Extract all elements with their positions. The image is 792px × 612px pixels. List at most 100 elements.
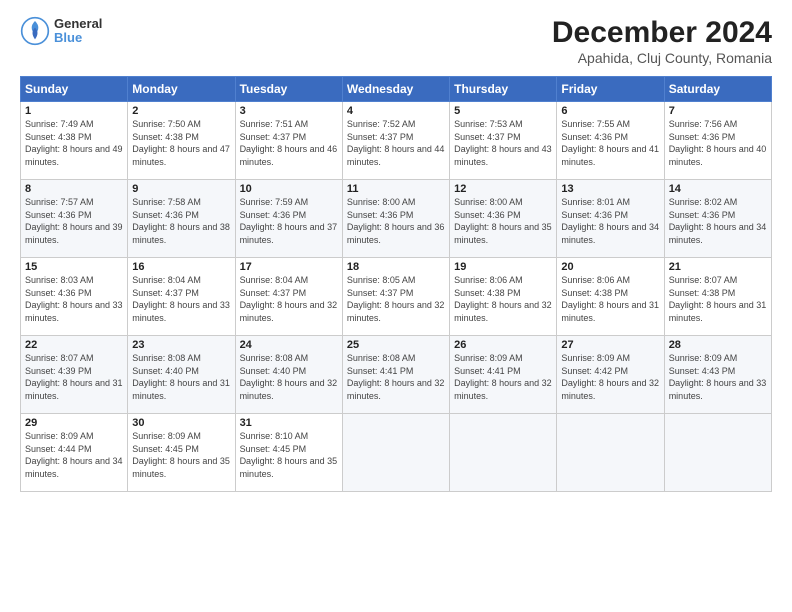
day-number: 26 xyxy=(454,339,552,351)
day-number: 12 xyxy=(454,183,552,195)
day-number: 5 xyxy=(454,105,552,117)
day-info: Sunrise: 7:53 AMSunset: 4:37 PMDaylight:… xyxy=(454,119,552,167)
day-info: Sunrise: 7:52 AMSunset: 4:37 PMDaylight:… xyxy=(347,119,445,167)
table-row: 2 Sunrise: 7:50 AMSunset: 4:38 PMDayligh… xyxy=(128,102,235,180)
day-info: Sunrise: 8:04 AMSunset: 4:37 PMDaylight:… xyxy=(240,275,338,323)
table-row: 20 Sunrise: 8:06 AMSunset: 4:38 PMDaylig… xyxy=(557,258,664,336)
day-info: Sunrise: 8:03 AMSunset: 4:36 PMDaylight:… xyxy=(25,275,123,323)
table-row: 8 Sunrise: 7:57 AMSunset: 4:36 PMDayligh… xyxy=(21,180,128,258)
calendar-week-row: 1 Sunrise: 7:49 AMSunset: 4:38 PMDayligh… xyxy=(21,102,772,180)
table-row: 26 Sunrise: 8:09 AMSunset: 4:41 PMDaylig… xyxy=(450,336,557,414)
table-row: 25 Sunrise: 8:08 AMSunset: 4:41 PMDaylig… xyxy=(342,336,449,414)
logo-icon xyxy=(20,16,50,46)
day-number: 3 xyxy=(240,105,338,117)
day-number: 25 xyxy=(347,339,445,351)
main-title: December 2024 xyxy=(552,16,772,50)
logo-text: General Blue xyxy=(54,17,102,46)
day-number: 4 xyxy=(347,105,445,117)
table-row: 30 Sunrise: 8:09 AMSunset: 4:45 PMDaylig… xyxy=(128,414,235,492)
day-info: Sunrise: 8:05 AMSunset: 4:37 PMDaylight:… xyxy=(347,275,445,323)
day-info: Sunrise: 7:56 AMSunset: 4:36 PMDaylight:… xyxy=(669,119,767,167)
day-info: Sunrise: 7:58 AMSunset: 4:36 PMDaylight:… xyxy=(132,197,230,245)
table-row xyxy=(342,414,449,492)
table-row: 24 Sunrise: 8:08 AMSunset: 4:40 PMDaylig… xyxy=(235,336,342,414)
day-info: Sunrise: 8:06 AMSunset: 4:38 PMDaylight:… xyxy=(561,275,659,323)
day-number: 18 xyxy=(347,261,445,273)
day-number: 14 xyxy=(669,183,767,195)
table-row: 27 Sunrise: 8:09 AMSunset: 4:42 PMDaylig… xyxy=(557,336,664,414)
col-thursday: Thursday xyxy=(450,77,557,102)
table-row: 18 Sunrise: 8:05 AMSunset: 4:37 PMDaylig… xyxy=(342,258,449,336)
table-row: 11 Sunrise: 8:00 AMSunset: 4:36 PMDaylig… xyxy=(342,180,449,258)
day-info: Sunrise: 7:57 AMSunset: 4:36 PMDaylight:… xyxy=(25,197,123,245)
day-number: 15 xyxy=(25,261,123,273)
page: General Blue December 2024 Apahida, Cluj… xyxy=(0,0,792,612)
day-info: Sunrise: 7:55 AMSunset: 4:36 PMDaylight:… xyxy=(561,119,659,167)
col-sunday: Sunday xyxy=(21,77,128,102)
day-info: Sunrise: 7:50 AMSunset: 4:38 PMDaylight:… xyxy=(132,119,230,167)
day-number: 31 xyxy=(240,417,338,429)
day-number: 10 xyxy=(240,183,338,195)
day-info: Sunrise: 8:09 AMSunset: 4:43 PMDaylight:… xyxy=(669,353,767,401)
calendar-table: Sunday Monday Tuesday Wednesday Thursday… xyxy=(20,76,772,492)
table-row: 13 Sunrise: 8:01 AMSunset: 4:36 PMDaylig… xyxy=(557,180,664,258)
calendar-week-row: 22 Sunrise: 8:07 AMSunset: 4:39 PMDaylig… xyxy=(21,336,772,414)
day-info: Sunrise: 8:07 AMSunset: 4:39 PMDaylight:… xyxy=(25,353,123,401)
day-number: 29 xyxy=(25,417,123,429)
day-number: 17 xyxy=(240,261,338,273)
calendar-week-row: 15 Sunrise: 8:03 AMSunset: 4:36 PMDaylig… xyxy=(21,258,772,336)
calendar-week-row: 29 Sunrise: 8:09 AMSunset: 4:44 PMDaylig… xyxy=(21,414,772,492)
table-row: 23 Sunrise: 8:08 AMSunset: 4:40 PMDaylig… xyxy=(128,336,235,414)
day-number: 7 xyxy=(669,105,767,117)
day-info: Sunrise: 8:02 AMSunset: 4:36 PMDaylight:… xyxy=(669,197,767,245)
table-row: 5 Sunrise: 7:53 AMSunset: 4:37 PMDayligh… xyxy=(450,102,557,180)
table-row: 19 Sunrise: 8:06 AMSunset: 4:38 PMDaylig… xyxy=(450,258,557,336)
header: General Blue December 2024 Apahida, Cluj… xyxy=(20,16,772,66)
day-number: 16 xyxy=(132,261,230,273)
day-number: 2 xyxy=(132,105,230,117)
day-info: Sunrise: 8:00 AMSunset: 4:36 PMDaylight:… xyxy=(454,197,552,245)
day-info: Sunrise: 7:59 AMSunset: 4:36 PMDaylight:… xyxy=(240,197,338,245)
day-info: Sunrise: 8:01 AMSunset: 4:36 PMDaylight:… xyxy=(561,197,659,245)
day-number: 1 xyxy=(25,105,123,117)
day-info: Sunrise: 7:51 AMSunset: 4:37 PMDaylight:… xyxy=(240,119,338,167)
table-row: 3 Sunrise: 7:51 AMSunset: 4:37 PMDayligh… xyxy=(235,102,342,180)
table-row xyxy=(557,414,664,492)
sub-title: Apahida, Cluj County, Romania xyxy=(552,50,772,66)
day-number: 30 xyxy=(132,417,230,429)
day-number: 13 xyxy=(561,183,659,195)
calendar-body: 1 Sunrise: 7:49 AMSunset: 4:38 PMDayligh… xyxy=(21,102,772,492)
title-block: December 2024 Apahida, Cluj County, Roma… xyxy=(552,16,772,66)
col-monday: Monday xyxy=(128,77,235,102)
day-info: Sunrise: 8:09 AMSunset: 4:42 PMDaylight:… xyxy=(561,353,659,401)
table-row: 1 Sunrise: 7:49 AMSunset: 4:38 PMDayligh… xyxy=(21,102,128,180)
table-row xyxy=(450,414,557,492)
day-number: 8 xyxy=(25,183,123,195)
day-info: Sunrise: 8:09 AMSunset: 4:41 PMDaylight:… xyxy=(454,353,552,401)
table-row: 28 Sunrise: 8:09 AMSunset: 4:43 PMDaylig… xyxy=(664,336,771,414)
col-friday: Friday xyxy=(557,77,664,102)
table-row: 17 Sunrise: 8:04 AMSunset: 4:37 PMDaylig… xyxy=(235,258,342,336)
day-number: 28 xyxy=(669,339,767,351)
logo: General Blue xyxy=(20,16,102,46)
table-row: 12 Sunrise: 8:00 AMSunset: 4:36 PMDaylig… xyxy=(450,180,557,258)
day-number: 6 xyxy=(561,105,659,117)
calendar-week-row: 8 Sunrise: 7:57 AMSunset: 4:36 PMDayligh… xyxy=(21,180,772,258)
table-row: 9 Sunrise: 7:58 AMSunset: 4:36 PMDayligh… xyxy=(128,180,235,258)
day-number: 24 xyxy=(240,339,338,351)
table-row xyxy=(664,414,771,492)
table-row: 15 Sunrise: 8:03 AMSunset: 4:36 PMDaylig… xyxy=(21,258,128,336)
table-row: 21 Sunrise: 8:07 AMSunset: 4:38 PMDaylig… xyxy=(664,258,771,336)
day-number: 19 xyxy=(454,261,552,273)
table-row: 31 Sunrise: 8:10 AMSunset: 4:45 PMDaylig… xyxy=(235,414,342,492)
day-number: 20 xyxy=(561,261,659,273)
day-info: Sunrise: 8:10 AMSunset: 4:45 PMDaylight:… xyxy=(240,431,338,479)
day-info: Sunrise: 8:00 AMSunset: 4:36 PMDaylight:… xyxy=(347,197,445,245)
table-row: 16 Sunrise: 8:04 AMSunset: 4:37 PMDaylig… xyxy=(128,258,235,336)
table-row: 29 Sunrise: 8:09 AMSunset: 4:44 PMDaylig… xyxy=(21,414,128,492)
logo-line1: General xyxy=(54,17,102,31)
day-number: 11 xyxy=(347,183,445,195)
day-info: Sunrise: 8:09 AMSunset: 4:44 PMDaylight:… xyxy=(25,431,123,479)
day-number: 23 xyxy=(132,339,230,351)
day-number: 27 xyxy=(561,339,659,351)
